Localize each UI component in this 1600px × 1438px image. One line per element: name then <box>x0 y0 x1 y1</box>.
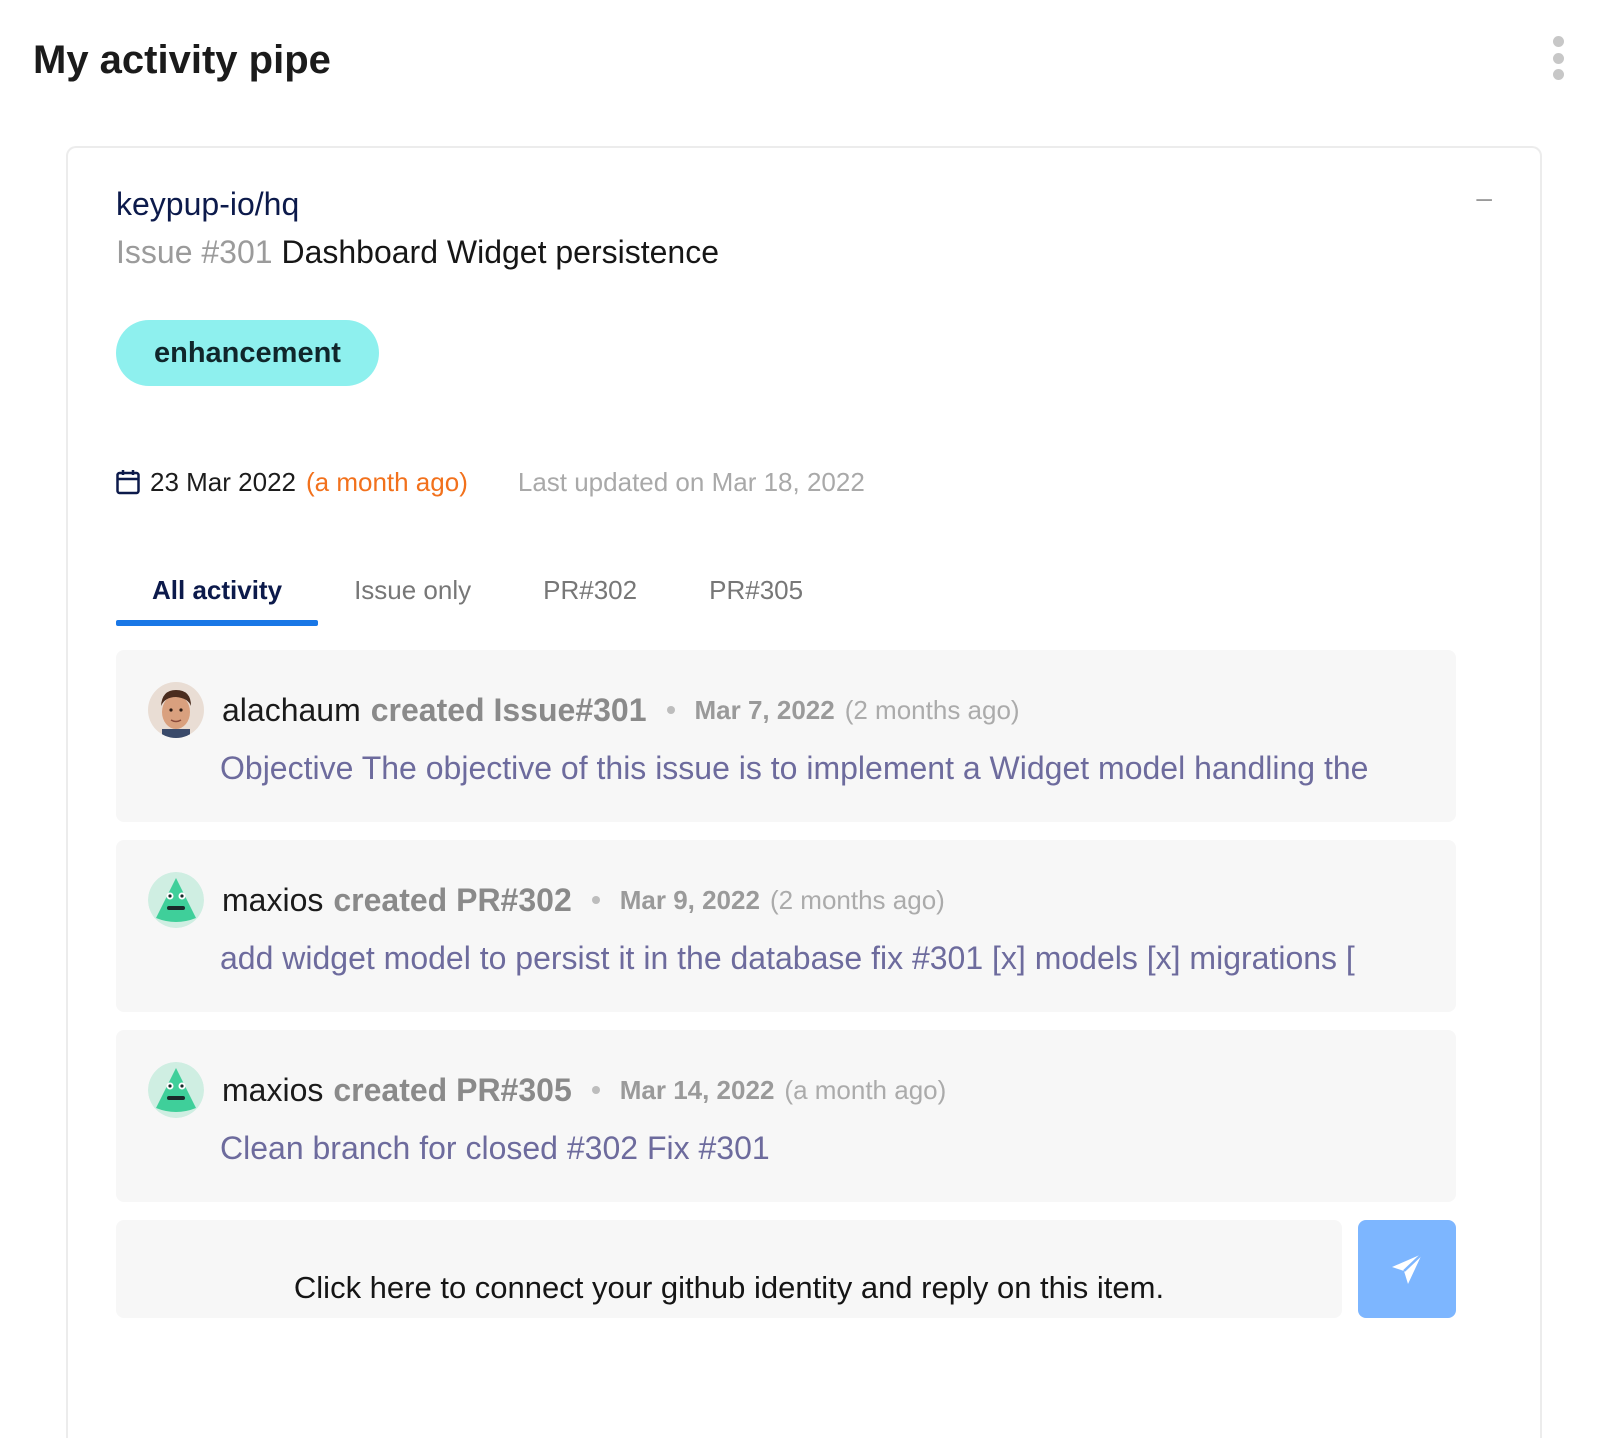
robot-avatar <box>148 872 204 928</box>
page-title: My activity pipe <box>33 38 331 82</box>
activity-action[interactable]: created Issue#301 <box>371 692 647 729</box>
tab-pr-305[interactable]: PR#305 <box>673 558 839 622</box>
robot-avatar <box>148 1062 204 1118</box>
separator-dot <box>666 706 675 714</box>
page-header: My activity pipe <box>33 30 1570 90</box>
created-relative: (a month ago) <box>305 466 468 497</box>
activity-user[interactable]: alachaum <box>222 692 361 729</box>
collapse-button[interactable]: – <box>1476 182 1492 214</box>
tab-all-activity[interactable]: All activity <box>116 558 319 626</box>
activity-item[interactable]: maxios created PR#302 Mar 9, 2022 (2 mon… <box>116 840 1456 1012</box>
send-button[interactable] <box>1358 1220 1456 1318</box>
activity-date: Mar 14, 2022 <box>619 1074 775 1105</box>
activity-body: Objective The objective of this issue is… <box>220 750 1369 786</box>
activity-date: Mar 9, 2022 <box>619 884 760 915</box>
tab-pr-302[interactable]: PR#302 <box>507 558 673 622</box>
repo-name[interactable]: keypup-io/hq <box>116 186 299 223</box>
activity-user[interactable]: maxios <box>222 882 323 919</box>
activity-user[interactable]: maxios <box>222 1072 323 1109</box>
label-badge: enhancement <box>116 320 379 386</box>
activity-body: add widget model to persist it in the da… <box>220 940 1355 976</box>
activity-item[interactable]: maxios created PR#305 Mar 14, 2022 (a mo… <box>116 1030 1456 1202</box>
activity-action[interactable]: created PR#305 <box>333 1072 571 1109</box>
issue-number: Issue #301 <box>116 234 273 270</box>
created-date: 23 Mar 2022 <box>150 466 296 497</box>
paper-plane-icon <box>1392 1253 1423 1284</box>
issue-heading[interactable]: Issue #301 Dashboard Widget persistence <box>116 234 719 271</box>
last-updated: Last updated on Mar 18, 2022 <box>517 466 865 497</box>
activity-item[interactable]: alachaum created Issue#301 Mar 7, 2022 (… <box>116 650 1456 822</box>
activity-tabs: All activity Issue only PR#302 PR#305 <box>116 558 839 626</box>
activity-relative: (2 months ago) <box>769 884 945 915</box>
activity-relative: (2 months ago) <box>844 694 1020 725</box>
reply-connect-prompt[interactable]: Click here to connect your github identi… <box>116 1220 1342 1318</box>
activity-date: Mar 7, 2022 <box>694 694 835 725</box>
activity-relative: (a month ago) <box>784 1074 947 1105</box>
issue-meta: 23 Mar 2022 (a month ago) Last updated o… <box>116 460 865 504</box>
person-avatar <box>148 682 204 738</box>
activity-body: Clean branch for closed #302 Fix #301 <box>220 1130 770 1166</box>
activity-action[interactable]: created PR#302 <box>333 882 571 919</box>
more-options-icon[interactable] <box>1546 36 1570 80</box>
issue-title: Dashboard Widget persistence <box>281 234 720 270</box>
separator-dot <box>591 1086 600 1094</box>
tab-issue-only[interactable]: Issue only <box>318 558 507 622</box>
separator-dot <box>591 896 600 904</box>
activity-card: keypup-io/hq – Issue #301 Dashboard Widg… <box>66 146 1542 1438</box>
calendar-icon <box>116 470 140 495</box>
